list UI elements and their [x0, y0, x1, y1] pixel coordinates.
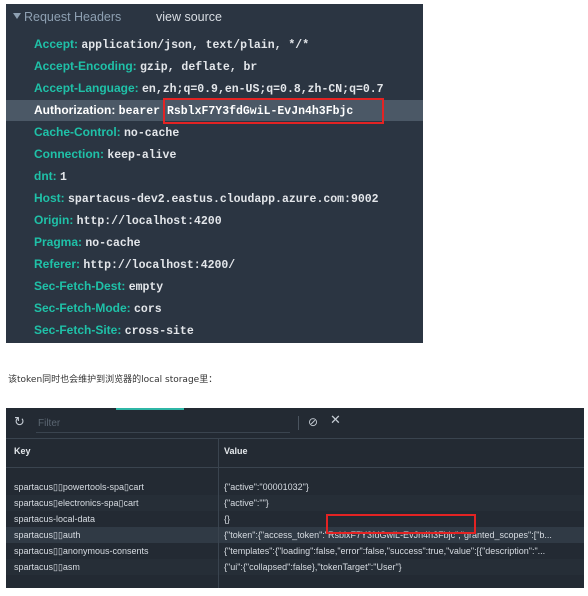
- view-source-link[interactable]: view source: [156, 10, 222, 24]
- header-key: Accept-Encoding: gzip, deflate, br: [34, 59, 258, 74]
- header-key: Accept: application/json, text/plain, */…: [34, 37, 310, 52]
- column-divider[interactable]: [218, 438, 219, 588]
- header-value: cross-site: [124, 325, 194, 338]
- header-value: no-cache: [85, 237, 141, 250]
- header-row-dnt: dnt: 1: [6, 166, 423, 187]
- token-highlight-box: [326, 514, 476, 534]
- active-tab-indicator: [116, 408, 184, 410]
- header-value: no-cache: [124, 127, 180, 140]
- reload-icon[interactable]: ↻: [14, 416, 28, 430]
- header-key: Pragma: no-cache: [34, 235, 141, 250]
- header-row-sec-fetch-site: Sec-Fetch-Site: cross-site: [6, 320, 423, 341]
- request-headers-title[interactable]: Request Headers: [24, 10, 121, 24]
- header-value: application/json, text/plain, */*: [81, 39, 310, 52]
- request-headers-header[interactable]: Request Headers view source: [6, 4, 423, 32]
- header-key: Origin: http://localhost:4200: [34, 213, 222, 228]
- filter-box: [36, 415, 290, 433]
- header-key: Referer: http://localhost:4200/: [34, 257, 236, 272]
- header-value: spartacus-dev2.eastus.cloudapp.azure.com…: [68, 193, 379, 206]
- row-value: {"templates":{"loading":false,"error":fa…: [224, 546, 546, 556]
- header-value: empty: [128, 281, 164, 294]
- table-row[interactable]: spartacus▯electronics-spa▯cart {"active"…: [6, 495, 584, 511]
- row-key: spartacus▯▯auth: [14, 530, 81, 540]
- row-key: spartacus-local-data: [14, 514, 96, 524]
- header-row-sec-fetch-dest: Sec-Fetch-Dest: empty: [6, 276, 423, 297]
- header-row-host: Host: spartacus-dev2.eastus.cloudapp.azu…: [6, 188, 423, 209]
- storage-toolbar: ↻ ⊘ ✕: [6, 414, 584, 436]
- header-key: Accept-Language: en,zh;q=0.9,en-US;q=0.8…: [34, 81, 384, 96]
- header-value: 1: [60, 171, 67, 184]
- delete-icon[interactable]: ✕: [330, 414, 344, 428]
- header-value: http://localhost:4200: [76, 215, 222, 228]
- row-value: {"ui":{"collapsed":false},"tokenTarget":…: [224, 562, 402, 572]
- header-value: http://localhost:4200/: [83, 259, 236, 272]
- request-headers-panel: Request Headers view source Accept: appl…: [6, 4, 423, 343]
- column-header-value[interactable]: Value: [224, 446, 248, 456]
- header-value: en,zh;q=0.9,en-US;q=0.8,zh-CN;q=0.7: [142, 83, 384, 96]
- header-key: Sec-Fetch-Site: cross-site: [34, 323, 194, 338]
- row-value: {"active":"00001032"}: [224, 482, 309, 492]
- header-row-accept-language: Accept-Language: en,zh;q=0.9,en-US;q=0.8…: [6, 78, 423, 99]
- token-highlight-box: [163, 98, 384, 124]
- collapse-triangle-icon[interactable]: [13, 13, 21, 19]
- header-row-pragma: Pragma: no-cache: [6, 232, 423, 253]
- row-key: spartacus▯▯powertools-spa▯cart: [14, 482, 144, 492]
- clear-all-icon[interactable]: ⊘: [308, 415, 322, 429]
- row-value: {"active":""}: [224, 498, 269, 508]
- table-header: Key Value: [6, 438, 584, 468]
- caption-text: 该token同时也会维护到浏览器的local storage里：: [8, 375, 218, 385]
- header-key: Host: spartacus-dev2.eastus.cloudapp.azu…: [34, 191, 379, 206]
- table-row[interactable]: spartacus▯▯auth {"token":{"access_token"…: [6, 527, 584, 543]
- row-key: spartacus▯▯asm: [14, 562, 80, 572]
- header-row-connection: Connection: keep-alive: [6, 144, 423, 165]
- header-key: Sec-Fetch-Dest: empty: [34, 279, 164, 294]
- row-key: spartacus▯▯anonymous-consents: [14, 546, 149, 556]
- row-key: spartacus▯electronics-spa▯cart: [14, 498, 139, 508]
- header-key: dnt: 1: [34, 169, 67, 184]
- table-row[interactable]: spartacus-local-data {}: [6, 511, 584, 527]
- header-row-accept-encoding: Accept-Encoding: gzip, deflate, br: [6, 56, 423, 77]
- header-row-accept: Accept: application/json, text/plain, */…: [6, 34, 423, 55]
- toolbar-divider: [298, 416, 299, 430]
- table-row[interactable]: spartacus▯▯anonymous-consents {"template…: [6, 543, 584, 559]
- header-value: gzip, deflate, br: [140, 61, 258, 74]
- filter-input[interactable]: [38, 415, 283, 431]
- header-row-cache-control: Cache-Control: no-cache: [6, 122, 423, 143]
- header-row-referer: Referer: http://localhost:4200/: [6, 254, 423, 275]
- table-row[interactable]: spartacus▯▯asm {"ui":{"collapsed":false}…: [6, 559, 584, 575]
- header-key: Sec-Fetch-Mode: cors: [34, 301, 162, 316]
- header-key: Connection: keep-alive: [34, 147, 177, 162]
- column-header-key[interactable]: Key: [14, 446, 31, 456]
- header-row-origin: Origin: http://localhost:4200: [6, 210, 423, 231]
- header-row-sec-fetch-mode: Sec-Fetch-Mode: cors: [6, 298, 423, 319]
- header-value: cors: [134, 303, 162, 316]
- header-value: keep-alive: [107, 149, 177, 162]
- local-storage-panel: ↻ ⊘ ✕ Key Value spartacus▯▯powertools-sp…: [6, 408, 584, 588]
- header-key: Cache-Control: no-cache: [34, 125, 180, 140]
- table-row[interactable]: spartacus▯▯powertools-spa▯cart {"active"…: [6, 479, 584, 495]
